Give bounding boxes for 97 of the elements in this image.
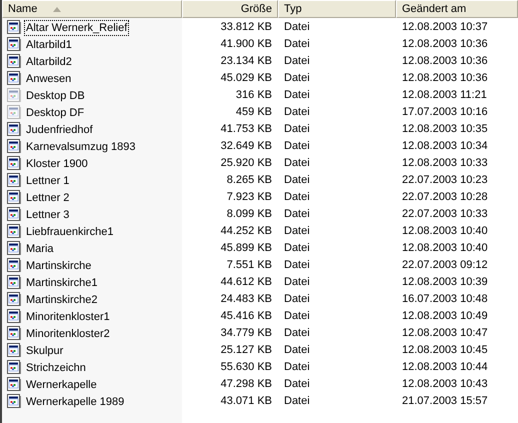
- table-cell-text: 44.612 KB: [220, 275, 273, 290]
- table-cell-text: Datei: [283, 173, 311, 188]
- table-cell-text: 12.08.2003 10:40: [401, 241, 489, 256]
- table-cell-text: Datei: [283, 360, 311, 376]
- table-cell-text: 8.099 KB: [226, 207, 273, 222]
- table-cell-text: 7.551 KB: [226, 258, 273, 274]
- file-name[interactable]: Maria: [24, 240, 56, 256]
- file-name[interactable]: Karnevalsumzug 1893: [24, 138, 138, 154]
- table-cell-text: 45.029 KB: [220, 71, 273, 86]
- table-cell-text: Datei: [283, 241, 311, 256]
- table-cell-text: Datei: [283, 71, 311, 86]
- table-cell-text: Datei: [283, 139, 311, 154]
- table-cell-text: 12.08.2003 10:44: [401, 360, 489, 376]
- table-cell-text: Datei: [283, 343, 311, 358]
- table-cell-text: 22.07.2003 10:28: [401, 190, 489, 206]
- table-cell-text: 45.899 KB: [220, 241, 273, 256]
- table-cell-text: 43.071 KB: [220, 394, 273, 410]
- table-cell-text: 44.252 KB: [220, 224, 273, 240]
- table-cell-text: 12.08.2003 10:33: [401, 156, 489, 172]
- file-name[interactable]: Kloster 1900: [24, 156, 90, 172]
- table-cell-text: 55.630 KB: [220, 360, 273, 376]
- column-header[interactable]: Name: [2, 0, 182, 18]
- table-cell-text: 12.08.2003 10:49: [401, 309, 489, 324]
- file-name[interactable]: Lettner 2: [24, 190, 72, 206]
- file-name[interactable]: Desktop DB: [24, 88, 87, 104]
- table-cell-text: 459 KB: [234, 105, 273, 120]
- table-cell-text: Datei: [283, 122, 311, 138]
- table-cell-text: Datei: [283, 394, 311, 410]
- table-cell-text: 32.649 KB: [220, 139, 273, 154]
- table-cell-text: Datei: [283, 275, 311, 290]
- table-cell-text: 47.298 KB: [220, 377, 273, 392]
- file-name[interactable]: Martinskirche2: [24, 292, 100, 308]
- table-cell-text: 12.08.2003 10:47: [401, 326, 489, 342]
- table-cell-text: Datei: [283, 105, 311, 120]
- table-cell-text: Datei: [283, 190, 311, 206]
- table-cell-text: 25.920 KB: [220, 156, 273, 172]
- table-cell-text: Datei: [283, 309, 311, 324]
- table-cell-text: 7.923 KB: [226, 190, 273, 206]
- table-cell-text: 12.08.2003 10:36: [401, 37, 489, 52]
- file-name[interactable]: Judenfriedhof: [24, 122, 95, 138]
- table-cell-text: Datei: [283, 207, 311, 222]
- file-name[interactable]: Minoritenkloster2: [24, 326, 112, 342]
- table-cell-text: 16.07.2003 10:48: [401, 292, 489, 308]
- table-cell-text: Datei: [283, 326, 311, 342]
- file-name[interactable]: Desktop DF: [24, 104, 86, 120]
- file-name[interactable]: Altarbild1: [24, 36, 74, 52]
- table-cell-text: 12.08.2003 10:34: [401, 139, 489, 154]
- table-cell-text: 17.07.2003 10:16: [401, 105, 489, 120]
- table-cell-text: 12.08.2003 10:35: [401, 122, 489, 138]
- column-header[interactable]: Geändert am: [396, 0, 518, 18]
- table-cell-text: Datei: [283, 37, 311, 52]
- file-name[interactable]: Wernerkapelle 1989: [24, 394, 126, 410]
- table-cell-text: Datei: [283, 377, 311, 392]
- table-cell-text: 21.07.2003 15:57: [401, 394, 489, 410]
- file-name[interactable]: Altarbild2: [24, 54, 74, 70]
- file-name[interactable]: Anwesen: [24, 70, 74, 86]
- file-name[interactable]: Wernerkapelle: [24, 376, 99, 392]
- file-name[interactable]: Martinskirche: [24, 258, 94, 274]
- file-name[interactable]: Altar Wernerk_Relief: [24, 20, 130, 36]
- table-cell-text: 8.265 KB: [226, 173, 273, 188]
- file-name[interactable]: Martinskirche1: [24, 274, 100, 290]
- table-cell-text: 25.127 KB: [220, 343, 273, 358]
- column-header[interactable]: Größe: [182, 0, 278, 18]
- table-cell-text: 22.07.2003 10:23: [401, 173, 489, 188]
- sort-arrow-icon: [53, 6, 62, 12]
- file-name[interactable]: Minoritenkloster1: [24, 308, 112, 324]
- file-name[interactable]: Skulpur: [24, 342, 66, 358]
- table-cell-text: 24.483 KB: [220, 292, 273, 308]
- table-cell-text: 12.08.2003 11:21: [401, 88, 488, 104]
- table-cell-text: Datei: [283, 258, 311, 274]
- table-cell-text: Datei: [283, 54, 311, 70]
- table-cell-text: Datei: [283, 292, 311, 308]
- table-cell-text: 22.07.2003 10:33: [401, 207, 489, 222]
- table-cell-text: 22.07.2003 09:12: [401, 258, 489, 274]
- table-cell-text: 12.08.2003 10:37: [401, 20, 489, 36]
- table-cell-text: 41.753 KB: [220, 122, 273, 138]
- file-name[interactable]: Lettner 1: [24, 172, 72, 188]
- column-header[interactable]: Typ: [278, 0, 396, 18]
- table-cell-text: Datei: [283, 20, 311, 36]
- table-cell-text: 12.08.2003 10:40: [401, 224, 489, 240]
- table-cell-text: 12.08.2003 10:39: [401, 275, 489, 290]
- table-cell-text: 23.134 KB: [220, 54, 273, 70]
- table-cell-text: 33.812 KB: [220, 20, 273, 36]
- file-name[interactable]: Strichzeichn: [24, 360, 88, 376]
- table-cell-text: 34.779 KB: [220, 326, 273, 342]
- table-cell-text: 41.900 KB: [220, 37, 273, 52]
- file-name[interactable]: Lettner 3: [24, 206, 72, 222]
- table-cell-text: 12.08.2003 10:36: [401, 54, 489, 70]
- table-cell-text: 45.416 KB: [220, 309, 273, 324]
- table-cell-text: 12.08.2003 10:43: [401, 377, 489, 392]
- table-cell-text: 316 KB: [234, 88, 273, 104]
- table-cell-text: 12.08.2003 10:36: [401, 71, 489, 86]
- table-cell-text: Datei: [283, 156, 311, 172]
- file-name[interactable]: Liebfrauenkirche1: [24, 224, 116, 240]
- table-cell-text: Datei: [283, 88, 311, 104]
- table-cell-text: 12.08.2003 10:45: [401, 343, 489, 358]
- table-cell-text: Datei: [283, 224, 311, 240]
